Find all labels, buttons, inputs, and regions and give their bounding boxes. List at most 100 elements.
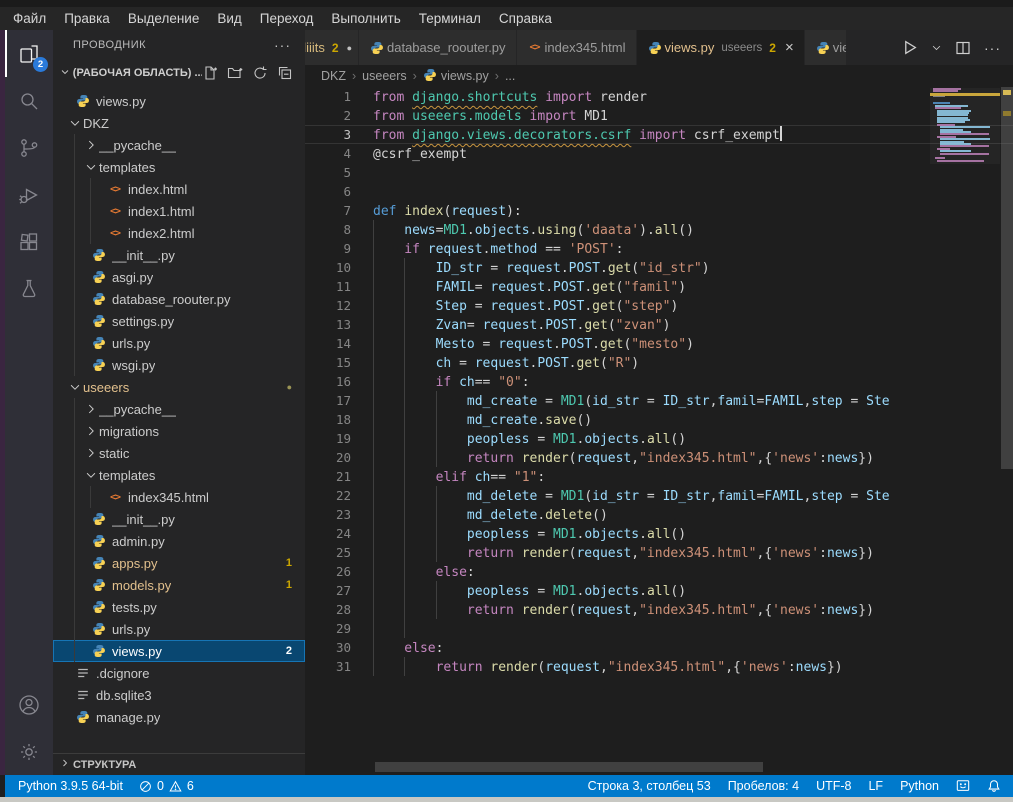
code-line[interactable]: 26else: [305,562,1013,581]
menu-item[interactable]: Вид [208,11,250,26]
close-icon[interactable]: × [785,40,794,55]
code-line[interactable]: 15ch = request.POST.get("R") [305,353,1013,372]
line-number[interactable]: 2 [305,106,351,125]
tree-item-views.py[interactable]: views.py2 [53,640,305,662]
code-line[interactable]: 23md_delete.delete() [305,505,1013,524]
tab-views.py[interactable]: views.pyuseeers2× [637,30,805,65]
menu-item[interactable]: Терминал [410,11,490,26]
line-number[interactable]: 19 [305,429,351,448]
status-item[interactable]: Строка 3, столбец 53 [588,779,711,793]
status-item[interactable]: UTF-8 [816,779,851,793]
line-number[interactable]: 10 [305,258,351,277]
line-number[interactable]: 7 [305,201,351,220]
source-control-icon[interactable] [5,124,53,171]
tree-item-views.py[interactable]: views.py [53,90,305,112]
line-number[interactable]: 28 [305,600,351,619]
code-line[interactable]: 11FAMIL= request.POST.get("famil") [305,277,1013,296]
search-icon[interactable] [5,77,53,124]
problems-status[interactable]: 0 6 [139,779,194,793]
line-number[interactable]: 27 [305,581,351,600]
menu-item[interactable]: Справка [490,11,561,26]
code-line[interactable]: 22md_delete = MD1(id_str = ID_str,famil=… [305,486,1013,505]
code-line[interactable]: 7def index(request): [305,201,1013,220]
line-number[interactable]: 21 [305,467,351,486]
tree-item-DKZ[interactable]: DKZ [53,112,305,134]
status-item[interactable]: LF [868,779,883,793]
run-python-file-icon[interactable] [901,39,918,56]
more-actions-icon[interactable]: ··· [984,40,1001,56]
tree-item-index345.html[interactable]: <>index345.html [53,486,305,508]
tree-item-urls.py[interactable]: urls.py [53,618,305,640]
code-line[interactable]: 12Step = request.POST.get("step") [305,296,1013,315]
menu-item[interactable]: Выполнить [322,11,409,26]
line-number[interactable]: 14 [305,334,351,353]
line-number[interactable]: 26 [305,562,351,581]
line-number[interactable]: 25 [305,543,351,562]
tree-item-admin.py[interactable]: admin.py [53,530,305,552]
tree-item-__pycache__[interactable]: __pycache__ [53,134,305,156]
tree-item-__init__.py[interactable]: __init__.py [53,508,305,530]
code-line[interactable]: 3from django.views.decorators.csrf impor… [305,125,1013,144]
line-number[interactable]: 8 [305,220,351,239]
line-number[interactable]: 29 [305,619,351,638]
code-line[interactable]: 29 [305,619,1013,638]
horizontal-scrollbar[interactable] [375,762,763,772]
refresh-icon[interactable] [252,65,268,81]
line-number[interactable]: 31 [305,657,351,676]
collapse-all-icon[interactable] [277,65,293,81]
line-number[interactable]: 11 [305,277,351,296]
breadcrumb-item[interactable]: ... [505,69,515,83]
run-and-debug-icon[interactable] [5,171,53,218]
tree-item-templates[interactable]: templates [53,464,305,486]
tree-item-manage.py[interactable]: manage.py [53,706,305,728]
tree-item-apps.py[interactable]: apps.py1 [53,552,305,574]
code-line[interactable]: 27peopless = MD1.objects.all() [305,581,1013,600]
tree-item-models.py[interactable]: models.py1 [53,574,305,596]
tab-database_roouter.py[interactable]: database_roouter.py [359,30,517,65]
code-line[interactable]: 19peopless = MD1.objects.all() [305,429,1013,448]
tab-vie[interactable]: vie [805,30,847,65]
account-icon[interactable] [5,681,53,728]
tree-item-static[interactable]: static [53,442,305,464]
tab-diiits[interactable]: diiits2● [305,30,359,65]
tree-item-migrations[interactable]: migrations [53,420,305,442]
code-line[interactable]: 21elif ch== "1": [305,467,1013,486]
status-item[interactable]: Python [900,779,939,793]
settings-gear-icon[interactable] [5,728,53,775]
minimap[interactable] [930,88,1000,164]
code-line[interactable]: 31return render(request,"index345.html",… [305,657,1013,676]
code-line[interactable]: 4@csrf_exempt [305,144,1013,163]
code-line[interactable]: 24peopless = MD1.objects.all() [305,524,1013,543]
code-line[interactable]: 9if request.method == 'POST': [305,239,1013,258]
tree-item-__pycache__[interactable]: __pycache__ [53,398,305,420]
line-number[interactable]: 4 [305,144,351,163]
code-line[interactable]: 30else: [305,638,1013,657]
menu-item[interactable]: Переход [251,11,323,26]
code-line[interactable]: 10ID_str = request.POST.get("id_str") [305,258,1013,277]
tree-item-db.sqlite3[interactable]: db.sqlite3 [53,684,305,706]
split-editor-icon[interactable] [955,40,971,56]
line-number[interactable]: 5 [305,163,351,182]
line-number[interactable]: 15 [305,353,351,372]
line-number[interactable]: 1 [305,87,351,106]
new-file-icon[interactable] [202,65,218,81]
breadcrumb-item[interactable]: views.py [423,68,489,85]
line-number[interactable]: 3 [305,125,351,144]
line-number[interactable]: 13 [305,315,351,334]
line-number[interactable]: 30 [305,638,351,657]
code-line[interactable]: 2from useeers.models import MD1 [305,106,1013,125]
line-number[interactable]: 22 [305,486,351,505]
extensions-icon[interactable] [5,218,53,265]
testing-icon[interactable] [5,265,53,312]
tree-item-useeers[interactable]: useeers● [53,376,305,398]
python-interpreter-status[interactable]: Python 3.9.5 64-bit [18,779,123,793]
code-line[interactable]: 17md_create = MD1(id_str = ID_str,famil=… [305,391,1013,410]
line-number[interactable]: 20 [305,448,351,467]
breadcrumb-item[interactable]: DKZ [321,69,346,83]
sidebar-more-actions-icon[interactable]: ··· [274,37,291,53]
code-line[interactable]: 25return render(request,"index345.html",… [305,543,1013,562]
vertical-scrollbar[interactable] [1001,87,1013,469]
new-folder-icon[interactable] [227,65,243,81]
code-line[interactable]: 1from django.shortcuts import render [305,87,1013,106]
tree-item-.dcignore[interactable]: .dcignore [53,662,305,684]
